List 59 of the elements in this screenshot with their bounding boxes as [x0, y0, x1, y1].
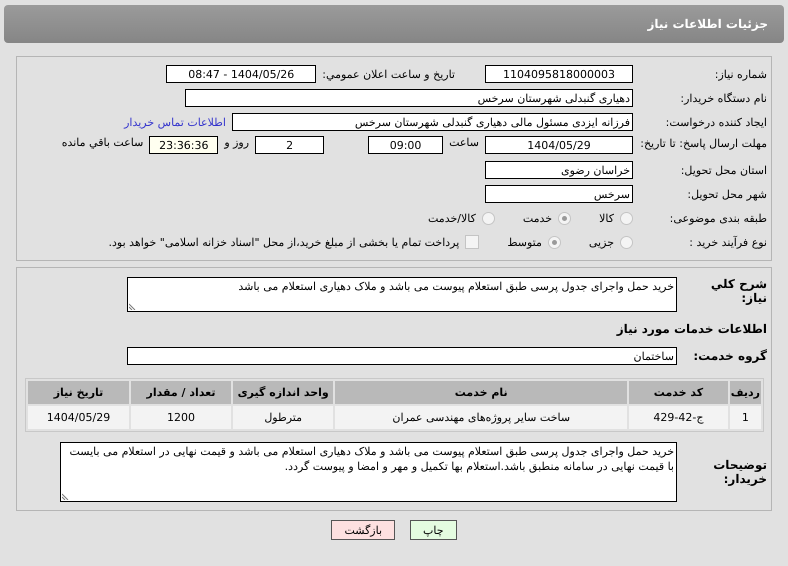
radio-label: جزیی	[588, 236, 614, 248]
table-cell: 1	[730, 406, 761, 429]
field-label: توضیحات خریدار:	[712, 458, 767, 486]
table-cell: مترطول	[233, 406, 334, 429]
column-header: واحد اندازه گیری	[233, 381, 334, 404]
radio-button[interactable]	[548, 236, 561, 248]
radio-label: کالا/خدمت	[428, 212, 476, 224]
radio-label: خدمت	[522, 212, 552, 224]
buyer-notes-field[interactable]: خرید حمل واجرای جدول پرسی طبق استعلام پیوست می باشد و ملاک دهیاری استعلام می باشد و قیمت نهایی در استعلام می بایست با قیمت نهایی در سامانه منطبق باشد.استعلام بها تکمیل و مهر و امضا و پیوست گردد.	[60, 442, 677, 502]
city-field[interactable]: سرخس	[485, 185, 633, 203]
column-header: نام خدمت	[335, 381, 628, 404]
resize-grip-icon[interactable]	[129, 303, 136, 310]
table-cell: 1200	[131, 406, 232, 429]
buyer-org-field[interactable]: دهیاری گنبدلی شهرستان سرخس	[185, 89, 633, 107]
column-header: تعداد / مقدار	[131, 381, 232, 404]
print-button[interactable]: چاپ	[410, 520, 457, 540]
field-label: شرح کلي نیاز:	[710, 277, 767, 305]
radio-button[interactable]	[620, 212, 633, 224]
radio-button[interactable]	[620, 236, 633, 248]
field-label: گروه خدمت:	[692, 349, 767, 363]
field-label: شهر محل تحویل:	[686, 186, 767, 202]
description-field[interactable]: خرید حمل واجرای جدول پرسی طبق استعلام پیوست می باشد و ملاک دهیاری استعلام می باشد	[127, 277, 677, 312]
table-cell: ج-42-429	[629, 406, 728, 429]
field-label: شماره نیاز:	[714, 66, 767, 82]
column-header: کد خدمت	[629, 381, 728, 404]
days-field[interactable]: 2	[255, 136, 324, 154]
province-field[interactable]: خراسان رضوی	[485, 161, 633, 179]
radio-label: کالا	[599, 212, 614, 224]
need-number-field[interactable]: 1104095818000003	[485, 65, 633, 83]
deadline-date-field[interactable]: 1404/05/29	[485, 136, 633, 154]
treasury-text: پرداخت تمام یا بخشی از مبلغ خرید،از محل "اسناد خزانه اسلامی" خواهد بود.	[108, 236, 460, 248]
remaining-label: ساعت باقي مانده	[62, 136, 144, 149]
creator-field[interactable]: فرزانه ایزدی مسئول مالی دهیاری گنبدلی شهرستان سرخس	[232, 113, 633, 131]
radio-label: متوسط	[507, 236, 542, 248]
back-button[interactable]: بازگشت	[331, 520, 396, 540]
column-header: ردیف	[730, 381, 761, 404]
field-label: مهلت ارسال پاسخ: تا تاریخ:	[639, 136, 767, 151]
field-label: طبقه بندی موضوعی:	[668, 210, 767, 226]
section-heading: اطلاعات خدمات مورد نیاز	[615, 322, 767, 336]
table-cell: 1404/05/29	[28, 406, 130, 429]
announce-date-field[interactable]: 1404/05/26 - 08:47	[166, 65, 316, 83]
column-header: تاریخ نیاز	[28, 381, 130, 404]
field-label: تاریخ و ساعت اعلان عمومي:	[322, 68, 455, 80]
field-label: ایجاد کننده درخواست:	[664, 114, 767, 130]
field-label: نوع فرآیند خرید :	[688, 234, 767, 250]
radio-button[interactable]	[558, 212, 572, 224]
table-cell: ساخت سایر پروژه‌های مهندسی عمران	[335, 406, 628, 429]
field-label: استان محل تحویل:	[680, 162, 767, 178]
contact-link[interactable]: اطلاعات تماس خریدار	[124, 116, 226, 128]
radio-button[interactable]	[482, 212, 495, 224]
time-label: ساعت	[449, 136, 479, 149]
remaining-time-field[interactable]: 23:36:36	[149, 136, 218, 154]
service-group-field[interactable]: ساختمان	[127, 347, 677, 365]
deadline-time-field[interactable]: 09:00	[368, 136, 444, 154]
page-title: جزئیات اطلاعات نیاز	[647, 17, 768, 31]
checkbox[interactable]	[465, 235, 480, 249]
resize-grip-icon[interactable]	[62, 493, 69, 500]
field-label: نام دستگاه خریدار:	[679, 90, 767, 106]
days-label: روز و	[224, 136, 250, 149]
